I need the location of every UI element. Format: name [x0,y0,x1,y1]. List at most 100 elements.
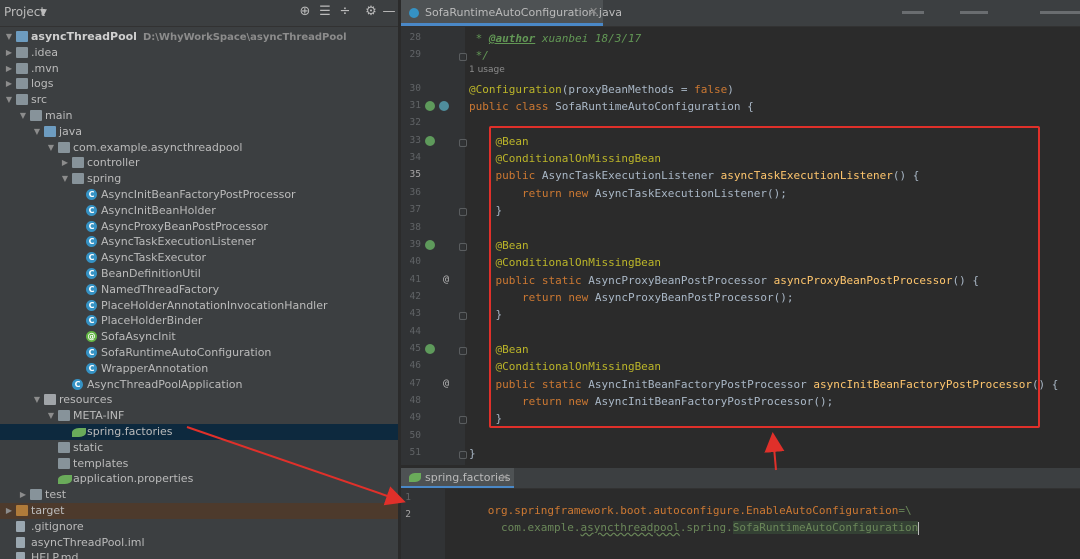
tree-item[interactable]: ▼ spring [0,171,398,187]
override-gutter-icon[interactable]: @ [443,378,449,389]
chevron-down-icon[interactable]: ▼ [46,409,56,423]
bean-gutter-icon[interactable] [425,101,435,112]
package-icon [58,141,70,153]
tab-spring-factories[interactable]: spring.factories ✕ [401,468,514,488]
code-line[interactable]: @Configuration(proxyBeanMethods = false) [469,83,734,97]
tree-item[interactable]: templates [0,456,398,472]
tree-item[interactable]: C AsyncProxyBeanPostProcessor [0,219,398,235]
tree-item[interactable]: ▼ asyncThreadPool D:\WhyWorkSpace\asyncThr… [0,29,398,45]
chevron-down-icon[interactable]: ▼ [46,141,56,155]
code-token: xuanbei 18/3/17 [535,32,642,45]
line-number: 2 [405,509,411,520]
class-icon: C [86,189,97,200]
tree-item[interactable]: @ SofaAsyncInit [0,329,398,345]
tree-item-label: HELP.md [31,551,79,559]
chevron-down-icon[interactable]: ▼ [32,393,42,407]
tree-item[interactable]: C AsyncInitBeanFactoryPostProcessor [0,187,398,203]
tree-item[interactable]: C BeanDefinitionUtil [0,266,398,282]
tree-item[interactable]: C NamedThreadFactory [0,282,398,298]
chevron-down-icon[interactable]: ▼ [32,125,42,139]
tree-item[interactable]: ▼ com.example.asyncthreadpool [0,140,398,156]
chevron-down-icon[interactable]: ▼ [4,93,14,107]
spring-config-gutter-icon[interactable] [439,101,449,112]
tree-item[interactable]: spring.factories [0,424,398,440]
fold-marker-icon[interactable] [459,451,467,460]
fold-marker-icon[interactable] [459,138,467,147]
tree-item-label: src [31,93,48,107]
tree-item[interactable]: C WrapperAnnotation [0,361,398,377]
tree-item[interactable]: .gitignore [0,519,398,535]
tree-item[interactable]: ▼ META-INF [0,408,398,424]
code-line[interactable]: * @author xuanbei 18/3/17 [469,32,642,46]
tree-item-label: AsyncTaskExecutor [101,251,206,265]
usage-hint[interactable]: 1 usage [469,65,505,75]
tree-item[interactable]: HELP.md [0,550,398,559]
resources-folder-icon [44,394,56,406]
tree-item[interactable]: ▶ .idea [0,45,398,61]
gear-icon[interactable]: ⚙ [362,3,380,21]
fold-marker-icon[interactable] [459,53,467,62]
tree-item[interactable]: C SofaRuntimeAutoConfiguration [0,345,398,361]
window-top-strip [890,0,1080,14]
class-icon [409,8,419,18]
expand-icon[interactable]: ÷ [336,3,354,21]
tree-item[interactable]: ▶ logs [0,76,398,92]
class-icon: C [86,252,97,264]
fold-marker-icon[interactable] [459,208,467,217]
bean-gutter-icon[interactable] [425,239,435,250]
tree-item[interactable]: ▼ resources [0,392,398,408]
chevron-down-icon[interactable]: ▼ [18,109,28,123]
bean-gutter-icon[interactable] [425,343,435,354]
tree-item[interactable]: ▼ java [0,124,398,140]
code-token: ) [727,82,734,96]
tree-item[interactable]: ▶ .mvn [0,61,398,77]
fold-marker-icon[interactable] [459,312,467,321]
locate-icon[interactable]: ⊕ [296,3,314,21]
tree-item[interactable]: ▼ src [0,92,398,108]
chevron-right-icon[interactable]: ▶ [18,488,28,502]
fold-marker-icon[interactable] [459,416,467,425]
class-icon: C [86,299,97,311]
tree-item[interactable]: C AsyncTaskExecutor [0,250,398,266]
chevron-down-icon[interactable]: ▼ [4,30,14,44]
tree-item[interactable]: C AsyncTaskExecutionListener [0,234,398,250]
code-line[interactable]: } [469,447,476,461]
code-line[interactable]: com.example.asyncthreadpool.spring.SofaR… [448,507,920,549]
tree-item[interactable]: C PlaceHolderBinder [0,313,398,329]
close-icon[interactable]: ✕ [589,5,598,18]
tree-item[interactable]: C AsyncInitBeanHolder [0,203,398,219]
tree-item[interactable]: ▼ main [0,108,398,124]
chevron-right-icon[interactable]: ▶ [4,504,14,518]
close-icon[interactable]: ✕ [500,471,509,484]
project-title[interactable]: Project [4,5,45,19]
fold-marker-icon[interactable] [459,242,467,251]
tree-item-label: com.example.asyncthreadpool [73,140,243,154]
tree-item[interactable]: ▶ target [0,503,398,519]
hide-icon[interactable]: — [380,3,398,21]
code-line[interactable]: */ [469,49,489,63]
tree-item-label: .idea [31,45,59,59]
tree-item[interactable]: C AsyncThreadPoolApplication [0,377,398,393]
chevron-down-icon[interactable]: ▼ [60,172,70,186]
package-icon [72,157,84,169]
collapse-all-icon[interactable]: ☰ [316,3,334,21]
tree-item[interactable]: C PlaceHolderAnnotationInvocationHandler [0,298,398,314]
chevron-right-icon[interactable]: ▶ [4,62,14,76]
annotation-highlight-box [489,126,1040,428]
tab-sofa-runtime-auto-configuration[interactable]: SofaRuntimeAutoConfiguration.java ✕ [401,0,622,26]
tree-item[interactable]: static [0,440,398,456]
tree-item[interactable]: asyncThreadPool.iml [0,535,398,551]
chevron-right-icon[interactable]: ▶ [4,77,14,91]
chevron-right-icon[interactable]: ▶ [60,156,70,170]
fold-marker-icon[interactable] [459,346,467,355]
tree-item[interactable]: ▶ controller [0,155,398,171]
bean-gutter-icon[interactable] [425,135,435,146]
code-line[interactable]: public class SofaRuntimeAutoConfiguratio… [469,100,754,114]
override-gutter-icon[interactable]: @ [443,274,449,285]
tree-item[interactable]: ▶ test [0,487,398,503]
tree-item-label: logs [31,77,54,91]
chevron-right-icon[interactable]: ▶ [4,46,14,60]
class-icon: C [86,362,97,374]
chevron-down-icon[interactable]: ▼ [40,8,47,18]
tree-item[interactable]: application.properties [0,471,398,487]
